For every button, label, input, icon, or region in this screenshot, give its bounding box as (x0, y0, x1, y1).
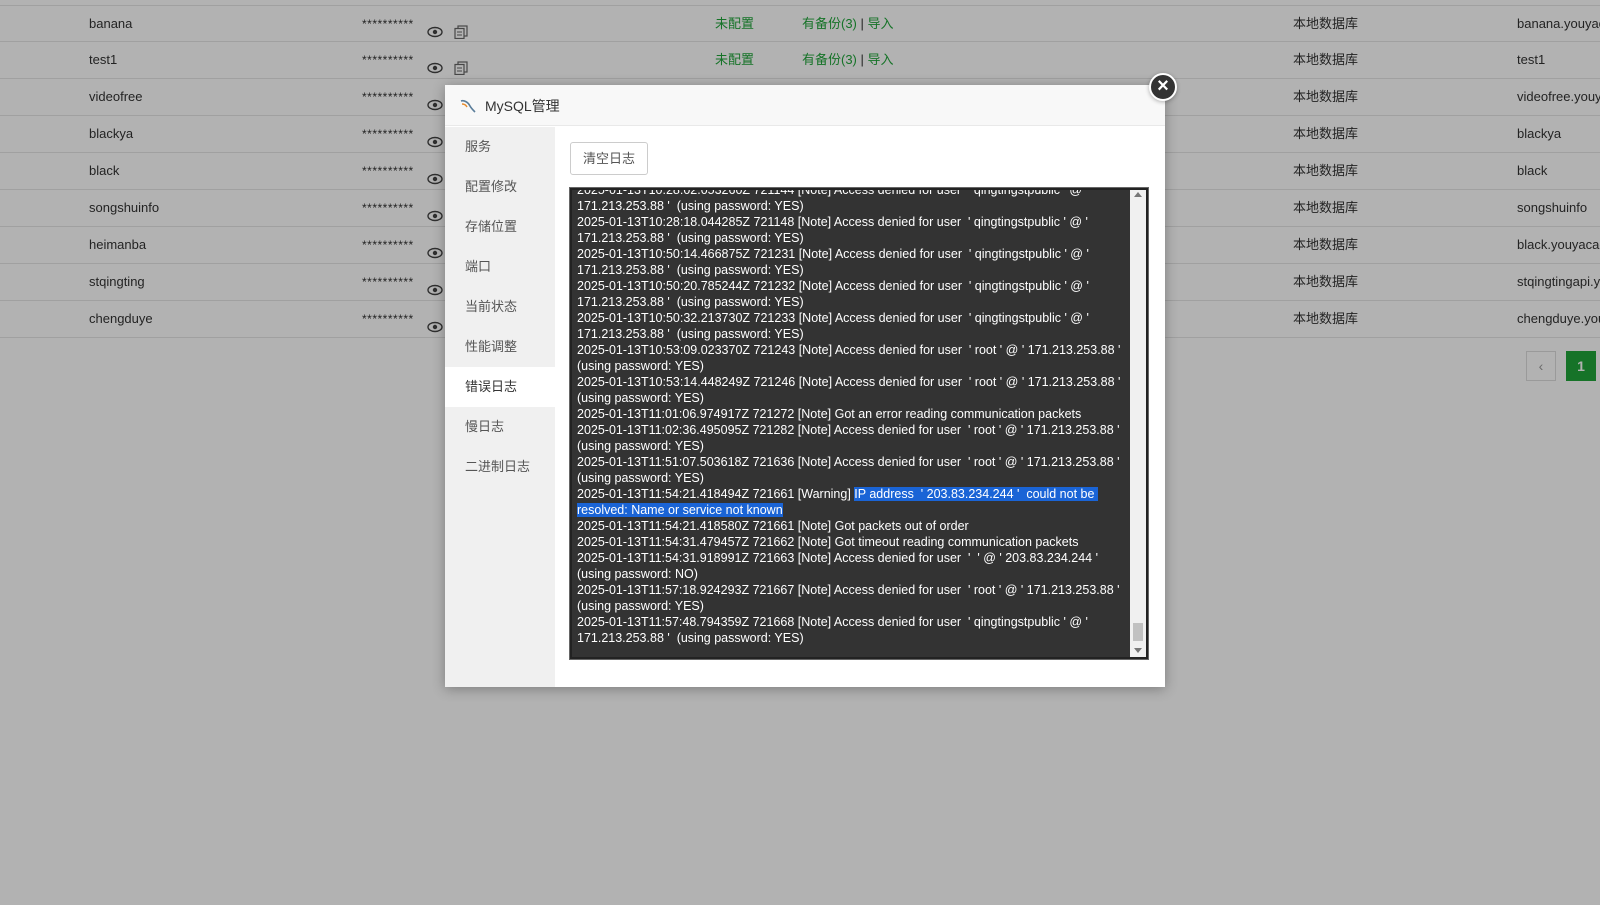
sidebar-item[interactable]: 配置修改 (445, 167, 555, 207)
sidebar-item[interactable]: 当前状态 (445, 287, 555, 327)
dialog-title: MySQL管理 (485, 98, 560, 114)
log-line: 2025-01-13T11:54:31.479457Z 721662 [Note… (577, 534, 1128, 550)
log-line: 2025-01-13T10:53:09.023370Z 721243 [Note… (577, 342, 1128, 374)
log-text: 2025-01-13T11:54:21.418494Z 721661 [Warn… (577, 487, 855, 501)
log-content: 2025-01-13T10:28:02.053260Z 721144 [Note… (577, 188, 1128, 646)
log-text: 2025-01-13T11:54:31.479457Z 721662 [Note… (577, 535, 1079, 549)
sidebar-item[interactable]: 二进制日志 (445, 447, 555, 487)
sidebar-item[interactable]: 服务 (445, 127, 555, 167)
log-text: 2025-01-13T11:02:36.495095Z 721282 [Note… (577, 423, 1127, 453)
scroll-thumb[interactable] (1133, 623, 1143, 641)
log-line: 2025-01-13T10:50:14.466875Z 721231 [Note… (577, 246, 1128, 278)
log-line: 2025-01-13T11:54:21.418580Z 721661 [Note… (577, 518, 1128, 534)
dialog-header: MySQL管理 (445, 85, 1165, 126)
sidebar-item[interactable]: 性能调整 (445, 327, 555, 367)
log-text: 2025-01-13T10:53:09.023370Z 721243 [Note… (577, 343, 1128, 373)
log-text: 2025-01-13T10:50:14.466875Z 721231 [Note… (577, 247, 1093, 277)
log-line: 2025-01-13T11:57:48.794359Z 721668 [Note… (577, 614, 1128, 646)
sidebar-item[interactable]: 存储位置 (445, 207, 555, 247)
close-dialog-button[interactable]: × (1149, 73, 1177, 101)
log-text: 2025-01-13T10:53:14.448249Z 721246 [Note… (577, 375, 1128, 405)
log-line: 2025-01-13T11:57:18.924293Z 721667 [Note… (577, 582, 1128, 614)
sidebar-item[interactable]: 错误日志 (445, 367, 555, 407)
log-text: 2025-01-13T10:28:02.053260Z 721144 [Note… (577, 188, 1092, 213)
log-text: 2025-01-13T11:54:31.918991Z 721663 [Note… (577, 551, 1102, 581)
log-line: 2025-01-13T10:28:02.053260Z 721144 [Note… (577, 188, 1128, 214)
scroll-down-icon[interactable] (1134, 648, 1142, 653)
log-line: 2025-01-13T11:02:36.495095Z 721282 [Note… (577, 422, 1128, 454)
log-text: 2025-01-13T10:28:18.044285Z 721148 [Note… (577, 215, 1092, 245)
log-text: 2025-01-13T11:54:21.418580Z 721661 [Note… (577, 519, 969, 533)
log-text: 2025-01-13T11:57:48.794359Z 721668 [Note… (577, 615, 1092, 645)
dialog-body: 清空日志 2025-01-13T10:28:02.053260Z 721144 … (555, 127, 1165, 687)
log-text: 2025-01-13T11:51:07.503618Z 721636 [Note… (577, 455, 1127, 485)
log-text: 2025-01-13T10:50:32.213730Z 721233 [Note… (577, 311, 1093, 341)
log-text: 2025-01-13T10:50:20.785244Z 721232 [Note… (577, 279, 1093, 309)
log-line: 2025-01-13T11:01:06.974917Z 721272 [Note… (577, 406, 1128, 422)
log-scrollbar[interactable] (1130, 190, 1146, 657)
clear-log-button[interactable]: 清空日志 (570, 142, 649, 175)
log-line: 2025-01-13T11:54:31.918991Z 721663 [Note… (577, 550, 1128, 582)
scroll-up-icon[interactable] (1134, 192, 1142, 197)
mysql-manager-dialog: MySQL管理 服务 配置修改 存储位置 端口 当前状态 性能调整 错误日志 慢日志 二进制日志… (445, 85, 1165, 687)
log-line: 2025-01-13T10:28:18.044285Z 721148 [Note… (577, 214, 1128, 246)
log-line: 2025-01-13T10:53:14.448249Z 721246 [Note… (577, 374, 1128, 406)
sidebar-item[interactable]: 慢日志 (445, 407, 555, 447)
log-line: 2025-01-13T11:54:21.418494Z 721661 [Warn… (577, 486, 1128, 518)
dialog-sidebar: 服务 配置修改 存储位置 端口 当前状态 性能调整 错误日志 慢日志 二进制日志 (445, 127, 555, 687)
log-line: 2025-01-13T10:50:20.785244Z 721232 [Note… (577, 278, 1128, 310)
log-line: 2025-01-13T11:51:07.503618Z 721636 [Note… (577, 454, 1128, 486)
log-text: 2025-01-13T11:57:18.924293Z 721667 [Note… (577, 583, 1127, 613)
log-line: 2025-01-13T10:50:32.213730Z 721233 [Note… (577, 310, 1128, 342)
mysql-dolphin-icon (460, 99, 476, 113)
log-text: 2025-01-13T11:01:06.974917Z 721272 [Note… (577, 407, 1082, 421)
sidebar-item[interactable]: 端口 (445, 247, 555, 287)
error-log-textarea[interactable]: 2025-01-13T10:28:02.053260Z 721144 [Note… (569, 187, 1149, 660)
